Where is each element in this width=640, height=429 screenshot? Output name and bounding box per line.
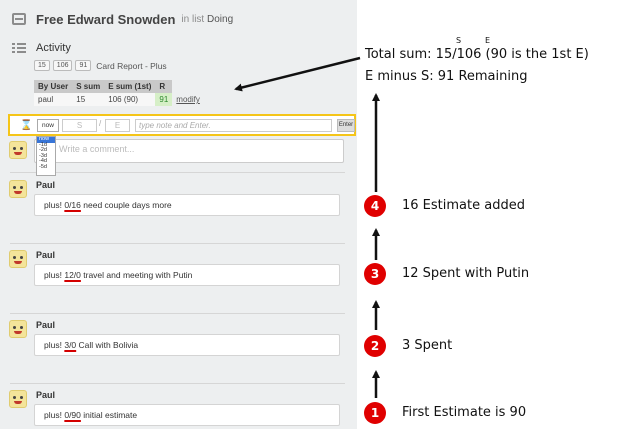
step-circle-4: 4 [364, 195, 386, 217]
header-r: R [155, 80, 173, 93]
list-prefix: in list [181, 13, 205, 25]
entry-note: need couple days more [83, 200, 172, 210]
comment-input[interactable]: Write a comment... [34, 139, 344, 163]
table-header-row: By User S sum E sum (1st) R [34, 80, 204, 93]
estimate-input[interactable]: E [105, 119, 130, 132]
header-by-user: By User [34, 80, 73, 93]
entry-author[interactable]: Paul [36, 320, 55, 330]
entry-comment: plus! 3/0 Call with Bolivia [34, 334, 340, 356]
avatar [9, 390, 27, 408]
entry-author[interactable]: Paul [36, 390, 55, 400]
card-panel: Free Edward Snowden in list Doing Activi… [0, 0, 357, 429]
entry-author[interactable]: Paul [36, 180, 55, 190]
card-icon [12, 13, 26, 25]
step-text-4: 16 Estimate added [402, 198, 525, 213]
step-circle-2: 2 [364, 335, 386, 357]
modify-link[interactable]: modify [172, 93, 204, 106]
step-text-1: First Estimate is 90 [402, 405, 527, 420]
entry-prefix: plus! [44, 340, 62, 350]
cell-s-sum: 15 [72, 93, 105, 106]
entry-author[interactable]: Paul [36, 250, 55, 260]
cell-user: paul [34, 93, 73, 106]
card-list-info: in list Doing [181, 14, 233, 25]
time-dropdown[interactable]: now -1d -2d -3d -4d -5d [36, 136, 56, 176]
divider [10, 313, 345, 314]
spent-badge: 15 [34, 60, 50, 71]
note-input[interactable]: type note and Enter. [135, 119, 332, 132]
step-circle-3: 3 [364, 263, 386, 285]
time-select[interactable]: now [37, 119, 59, 132]
activity-list-icon [12, 42, 26, 54]
step-text-3: 12 Spent with Putin [402, 266, 530, 281]
remaining-badge: 91 [75, 60, 92, 71]
table-row: paul 15 106 (90) 91 modify [34, 93, 204, 106]
divider [10, 172, 345, 173]
card-header: Free Edward Snowden in list Doing [12, 10, 233, 28]
s-label: S [456, 36, 462, 45]
avatar [9, 141, 27, 159]
entry-note: travel and meeting with Putin [83, 270, 193, 280]
divider [10, 243, 345, 244]
entry-value: 0/90 [64, 410, 81, 420]
entry-prefix: plus! [44, 270, 62, 280]
entry-prefix: plus! [44, 200, 62, 210]
user-sum-table: By User S sum E sum (1st) R paul 15 106 … [34, 80, 204, 106]
step-text-2: 3 Spent [402, 338, 453, 353]
estimate-badge: 106 [52, 60, 73, 71]
entry-comment: plus! 0/16 need couple days more [34, 194, 340, 216]
header-s-sum: S sum [72, 80, 105, 93]
slash-separator: / [99, 119, 102, 128]
avatar [9, 250, 27, 268]
entry-prefix: plus! [44, 410, 62, 420]
card-title[interactable]: Free Edward Snowden [36, 12, 175, 27]
plus-summary: 15 106 91 Card Report - Plus [34, 60, 167, 71]
activity-label: Activity [36, 42, 71, 54]
hourglass-icon: ⌛ [20, 120, 33, 131]
e-label: E [485, 36, 491, 45]
avatar [9, 320, 27, 338]
activity-header: Activity [12, 42, 71, 54]
avatar [9, 180, 27, 198]
entry-comment: plus! 0/90 initial estimate [34, 404, 340, 426]
entry-value: 12/0 [64, 270, 81, 280]
plus-entry-bar: ⌛ now S / E type note and Enter. Enter [8, 114, 356, 136]
entry-value: 3/0 [64, 340, 77, 350]
spent-input[interactable]: S [62, 119, 97, 132]
entry-note: initial estimate [83, 410, 138, 420]
total-sum-text: Total sum: 15/106 (90 is the 1st E) [365, 47, 589, 62]
remaining-text: E minus S: 91 Remaining [365, 69, 528, 84]
cell-remaining: 91 [155, 93, 173, 106]
enter-button[interactable]: Enter [337, 119, 355, 132]
step-circle-1: 1 [364, 402, 386, 424]
time-option[interactable]: -5d [37, 164, 55, 171]
divider [10, 383, 345, 384]
entry-comment: plus! 12/0 travel and meeting with Putin [34, 264, 340, 286]
header-e-sum: E sum (1st) [104, 80, 156, 93]
list-name-link[interactable]: Doing [207, 14, 233, 25]
entry-note: Call with Bolivia [78, 340, 139, 350]
entry-value: 0/16 [64, 200, 81, 210]
card-report-label: Card Report - Plus [96, 60, 167, 71]
cell-e-sum: 106 (90) [104, 93, 156, 106]
